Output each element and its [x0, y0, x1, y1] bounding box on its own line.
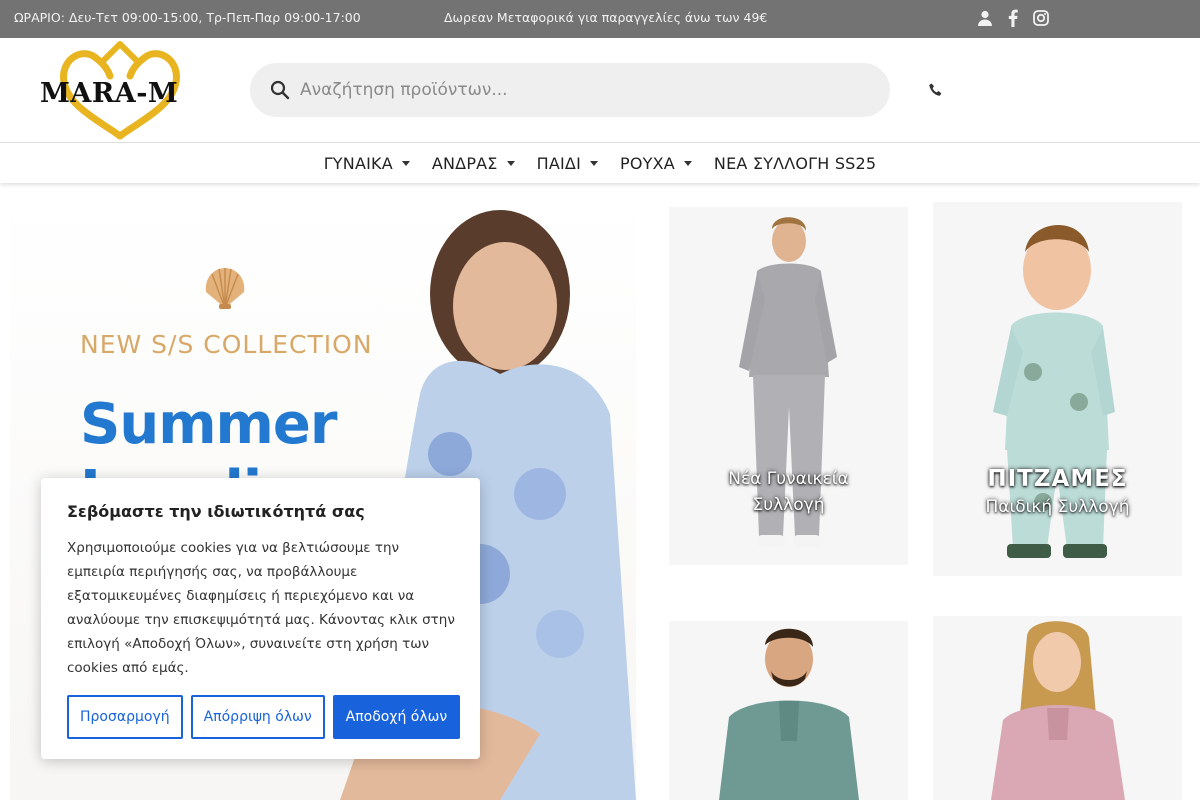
nav-item-clothing[interactable]: ΡΟΥΧΑ [609, 154, 703, 173]
reject-all-button[interactable]: Απόρριψη όλων [190, 695, 325, 739]
chevron-down-icon [589, 160, 598, 166]
facebook-icon[interactable] [1004, 8, 1022, 28]
chevron-down-icon [506, 160, 515, 166]
top-bar: ΩΡΑΡΙΟ: Δευ-Τετ 09:00-15:00, Τρ-Πεπ-Παρ … [0, 0, 1200, 38]
free-shipping-notice: Δωρεαν Μεταφορικά για παραγγελίες άνω τω… [444, 10, 768, 25]
logo-text: MARA-M [40, 78, 179, 109]
nav-item-label: ΓΥΝΑΙΚΑ [323, 153, 393, 173]
user-icon[interactable] [976, 8, 994, 28]
search-input[interactable] [300, 63, 870, 117]
cookie-actions: Προσαρμογή Απόρριψη όλων Αποδοχή όλων [67, 695, 461, 739]
cookie-text: Χρησιμοποιούμε cookies για να βελτιώσουμ… [67, 540, 455, 676]
phone-icon[interactable] [928, 82, 946, 100]
nav-item-men[interactable]: ΑΝΔΡΑΣ [421, 154, 526, 173]
top-bar-icons [976, 8, 1050, 28]
nav-item-new-collection[interactable]: ΝΕΑ ΣΥΛΛΟΓΗ SS25 [703, 154, 887, 173]
accept-all-button[interactable]: Αποδοχή όλων [332, 695, 461, 739]
site-header: MARA-M [0, 38, 1200, 143]
search-icon[interactable] [270, 80, 290, 100]
tile-kids-pajamas[interactable]: ΠΙΤΖΑΜΕΣ Παιδική Συλλογή [933, 202, 1182, 576]
opening-hours: ΩΡΑΡΙΟ: Δευ-Τετ 09:00-15:00, Τρ-Πεπ-Παρ … [14, 10, 361, 25]
hero-headline: Summer [80, 392, 337, 457]
chevron-down-icon [401, 160, 410, 166]
product-image [991, 621, 1125, 800]
chevron-down-icon [683, 160, 692, 166]
customize-button[interactable]: Προσαρμογή [67, 695, 183, 739]
nav-item-label: ΑΝΔΡΑΣ [431, 153, 498, 173]
tile-title: Νέα Γυναικεία Συλλογή [728, 469, 849, 515]
product-image [993, 224, 1115, 558]
nav-item-women[interactable]: ΓΥΝΑΙΚΑ [313, 154, 421, 173]
seashell-icon [202, 266, 248, 310]
product-image [719, 628, 859, 800]
nav-item-label: ΠΑΙΔΙ [536, 153, 581, 173]
tile-men-collection[interactable] [669, 621, 908, 800]
instagram-icon[interactable] [1032, 8, 1050, 28]
tile-title: ΠΙΤΖΑΜΕΣ [987, 466, 1128, 492]
nav-item-label: ΝΕΑ ΣΥΛΛΟΓΗ SS25 [713, 153, 877, 173]
nav-item-kids[interactable]: ΠΑΙΔΙ [526, 154, 609, 173]
search-bar [250, 63, 890, 117]
cookie-title: Σεβόμαστε την ιδιωτικότητά σας [67, 502, 365, 521]
tile-subtitle: Παιδική Συλλογή [985, 497, 1130, 517]
tile-women-collection[interactable]: Νέα Γυναικεία Συλλογή [669, 207, 908, 565]
main-navigation: ΓΥΝΑΙΚΑ ΑΝΔΡΑΣ ΠΑΙΔΙ ΡΟΥΧΑ ΝΕΑ ΣΥΛΛΟΓΗ S… [0, 143, 1200, 183]
tile-women-pajamas[interactable] [933, 616, 1182, 800]
cookie-consent-banner: Σεβόμαστε την ιδιωτικότητά σας Χρησιμοπο… [41, 478, 480, 759]
nav-item-label: ΡΟΥΧΑ [619, 153, 675, 173]
